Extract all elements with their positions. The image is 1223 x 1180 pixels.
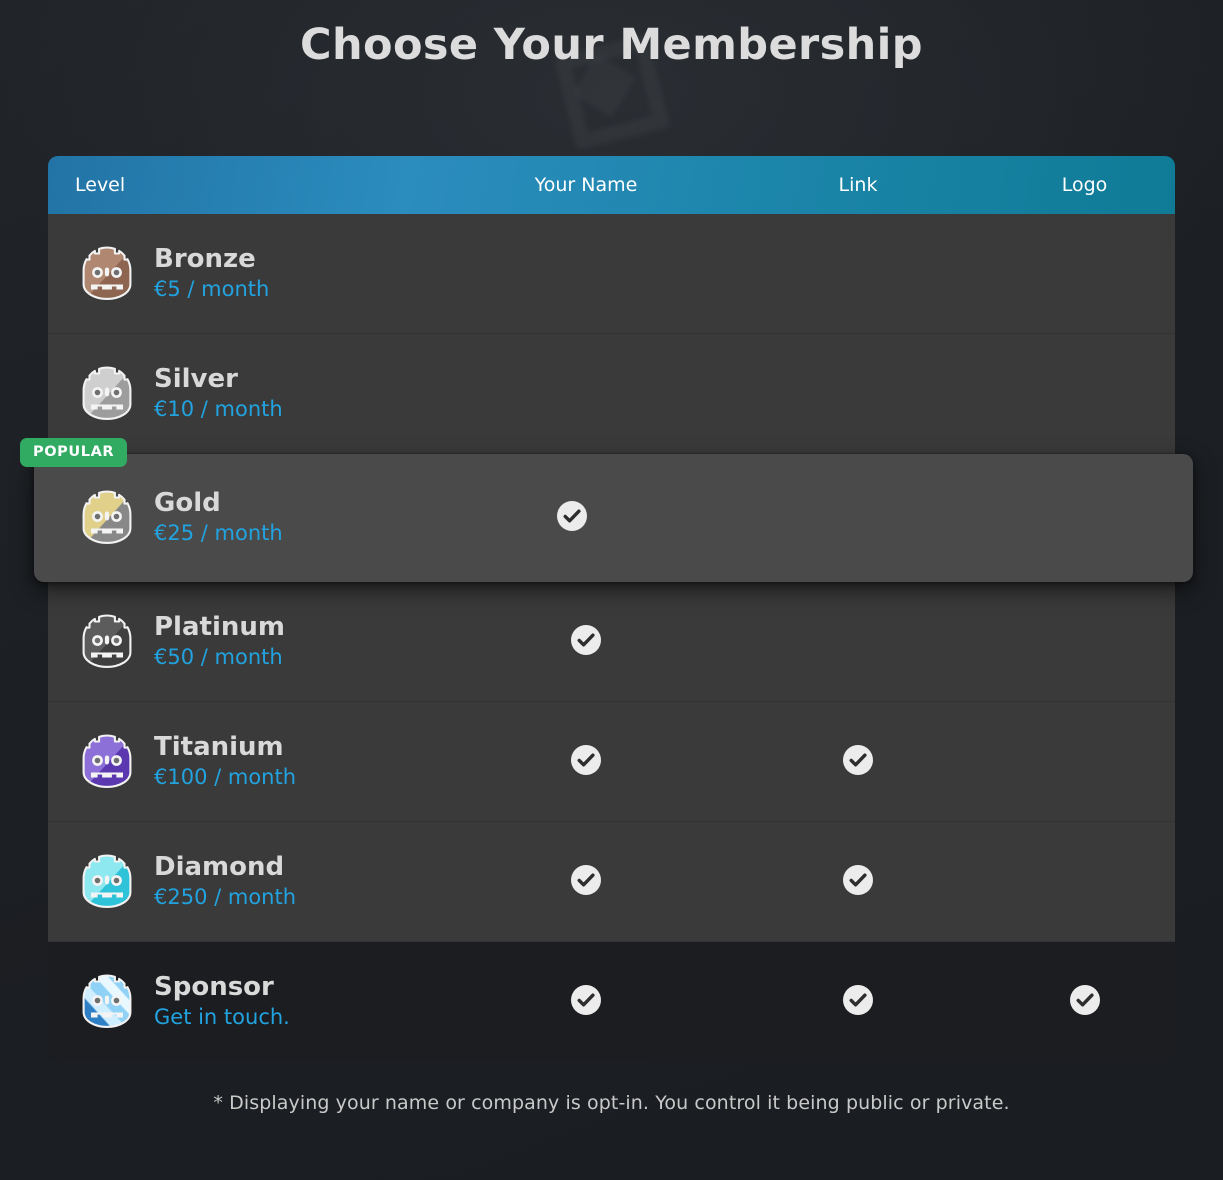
cell-logo [994, 985, 1175, 1019]
tier-name: Platinum [154, 611, 285, 642]
column-header-level: Level [75, 174, 126, 196]
tier-name: Diamond [154, 851, 285, 882]
cell-level: Sponsor Get in touch. [48, 970, 450, 1034]
check-icon [843, 864, 873, 895]
cell-link [722, 864, 994, 899]
check-icon [557, 501, 587, 531]
check-icon [571, 744, 601, 775]
cell-your-name [450, 985, 722, 1019]
cell-level: Diamond €250 / month [48, 850, 450, 914]
table-row[interactable]: Silver €10 / month [48, 334, 1175, 454]
table-header-row: Level Your Name Link Logo [48, 156, 1175, 214]
godot-head-gold-icon [75, 486, 139, 550]
cell-your-name [450, 624, 722, 659]
column-header-link: Link [838, 174, 878, 196]
table-row[interactable]: Bronze €5 / month [48, 214, 1175, 334]
page-title: Choose Your Membership [300, 20, 923, 70]
tier-price[interactable]: Get in touch. [154, 1005, 290, 1030]
check-icon [843, 744, 873, 775]
cell-link [722, 985, 994, 1019]
tier-name: Titanium [154, 731, 284, 762]
cell-your-name [450, 744, 722, 779]
tier-name: Bronze [154, 243, 256, 274]
tier-price: €250 / month [154, 884, 297, 909]
check-icon [571, 624, 601, 655]
cell-your-name [436, 501, 708, 535]
check-icon [1069, 985, 1100, 1015]
tier-name: Gold [154, 488, 221, 519]
check-icon [571, 864, 601, 895]
godot-head-platinum-icon [75, 610, 139, 674]
tier-price: €50 / month [154, 644, 283, 669]
check-icon [571, 985, 601, 1015]
popular-badge: POPULAR [20, 438, 128, 467]
table-row[interactable]: Titanium €100 / month [48, 702, 1175, 822]
tier-name: Silver [154, 363, 238, 394]
table-row[interactable]: Platinum €50 / month [48, 582, 1175, 702]
column-header-logo: Logo [1061, 174, 1108, 196]
tier-price: €5 / month [154, 276, 270, 301]
table-row[interactable]: Sponsor Get in touch. [48, 942, 1175, 1062]
tier-price: €25 / month [154, 521, 283, 546]
column-header-your-name: Your Name [534, 174, 638, 196]
cell-level: Gold €25 / month [34, 486, 436, 550]
cell-level: Bronze €5 / month [48, 242, 450, 306]
cell-level: Platinum €50 / month [48, 610, 450, 674]
table-row[interactable]: Diamond €250 / month [48, 822, 1175, 942]
godot-head-silver-icon [75, 362, 139, 426]
cell-link [722, 744, 994, 779]
membership-table-wrapper: Level Your Name Link Logo Bronze €5 / mo… [20, 156, 1193, 1062]
godot-head-sponsor-icon [75, 970, 139, 1034]
tier-price: €100 / month [154, 764, 297, 789]
cell-level: Silver €10 / month [48, 362, 450, 426]
godot-head-diamond-icon [75, 850, 139, 914]
cell-your-name [450, 864, 722, 899]
table-body: Bronze €5 / month Silver €10 / month POP… [20, 214, 1193, 1062]
table-row[interactable]: POPULAR Gold €25 / month [20, 438, 1193, 582]
godot-head-titanium-icon [75, 730, 139, 794]
membership-table: Level Your Name Link Logo Bronze €5 / mo… [20, 156, 1193, 1062]
cell-level: Titanium €100 / month [48, 730, 450, 794]
godot-head-bronze-icon [75, 242, 139, 306]
tier-name: Sponsor [154, 972, 274, 1003]
tier-price: €10 / month [154, 396, 283, 421]
page-header: Choose Your Membership [0, 0, 1223, 140]
footnote: * Displaying your name or company is opt… [213, 1092, 1010, 1114]
check-icon [843, 985, 873, 1015]
